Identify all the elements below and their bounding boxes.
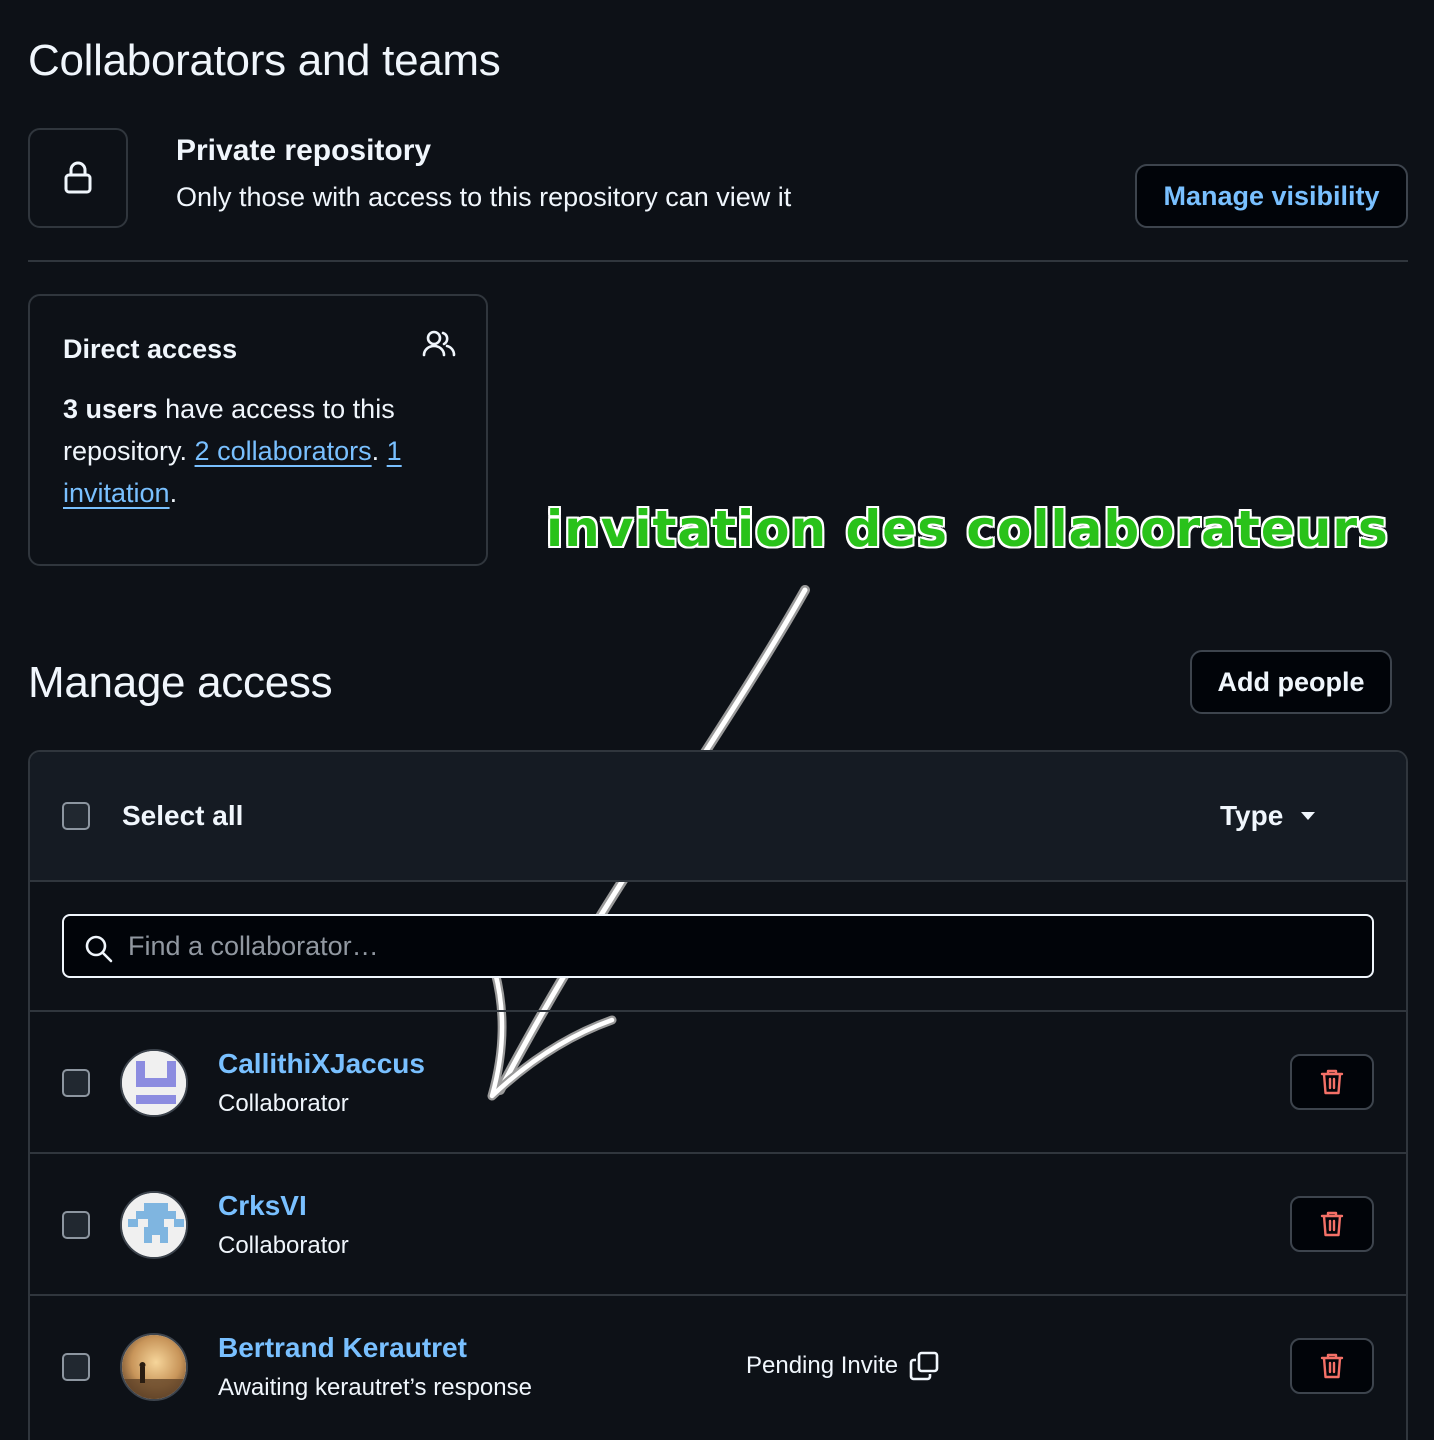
remove-invite-button[interactable] (1290, 1338, 1374, 1394)
manage-visibility-button[interactable]: Manage visibility (1135, 164, 1408, 228)
collaborator-role: Collaborator (218, 1232, 349, 1259)
collaborator-row: Bertrand Kerautret Awaiting kerautret’s … (30, 1296, 1406, 1438)
type-filter-dropdown[interactable]: Type (1220, 800, 1316, 832)
trash-icon (1320, 1353, 1344, 1379)
collaborators-page: Collaborators and teams Private reposito… (0, 0, 1434, 1440)
avatar[interactable] (120, 1333, 188, 1401)
users-count: 3 users (63, 394, 158, 424)
visibility-description: Only those with access to this repositor… (176, 182, 792, 212)
collaborator-name[interactable]: Bertrand Kerautret (218, 1332, 467, 1364)
collaborator-row: CrksVI Collaborator (30, 1154, 1406, 1296)
trash-icon (1320, 1069, 1344, 1095)
identicon-icon (122, 1051, 186, 1115)
search-row (30, 882, 1406, 1012)
summary-end: . (169, 478, 178, 508)
row-checkbox[interactable] (62, 1353, 90, 1381)
copy-icon[interactable] (908, 1350, 940, 1382)
pending-invite-label: Pending Invite (746, 1352, 899, 1379)
collaborator-row: CallithiXJaccus Collaborator (30, 1012, 1406, 1154)
select-all-label: Select all (122, 800, 244, 831)
visibility-icon-box (28, 128, 128, 228)
row-checkbox[interactable] (62, 1069, 90, 1097)
collaborator-role: Collaborator (218, 1090, 349, 1117)
manage-access-title: Manage access (28, 658, 333, 707)
avatar[interactable] (120, 1049, 188, 1117)
caret-down-icon (1301, 812, 1316, 820)
collaborator-name[interactable]: CallithiXJaccus (218, 1048, 425, 1080)
table-header: Select all Type (30, 752, 1406, 882)
photo-avatar-icon (122, 1335, 186, 1399)
add-people-button[interactable]: Add people (1190, 650, 1392, 714)
row-checkbox[interactable] (62, 1211, 90, 1239)
search-icon (85, 935, 113, 963)
visibility-title: Private repository (176, 134, 432, 167)
select-all-checkbox[interactable] (62, 802, 90, 830)
annotation-label: invitation des collaborateurs (546, 500, 1389, 558)
page-title: Collaborators and teams (28, 36, 501, 85)
collaborators-link[interactable]: 2 collaborators (195, 436, 372, 466)
lock-icon (64, 161, 92, 194)
find-collaborator-input[interactable] (128, 926, 1348, 966)
direct-access-card: Direct access 3 users have access to thi… (28, 294, 488, 566)
direct-access-summary: 3 users have access to this repository. … (63, 388, 463, 514)
collaborator-name[interactable]: CrksVI (218, 1190, 307, 1222)
collaborators-table: Select all Type Find a collaborator… Cal… (28, 750, 1408, 1440)
remove-collaborator-button[interactable] (1290, 1054, 1374, 1110)
avatar[interactable] (120, 1191, 188, 1259)
direct-access-title: Direct access (63, 334, 238, 364)
collaborator-role: Awaiting kerautret’s response (218, 1374, 532, 1401)
trash-icon (1320, 1211, 1344, 1237)
remove-collaborator-button[interactable] (1290, 1196, 1374, 1252)
type-filter-label: Type (1220, 800, 1284, 831)
search-box (62, 914, 1374, 978)
identicon-icon (122, 1193, 186, 1257)
summary-separator: . (371, 436, 387, 466)
people-icon (422, 330, 456, 357)
pending-invite-status: Pending Invite (746, 1350, 940, 1382)
section-divider (28, 260, 1408, 262)
